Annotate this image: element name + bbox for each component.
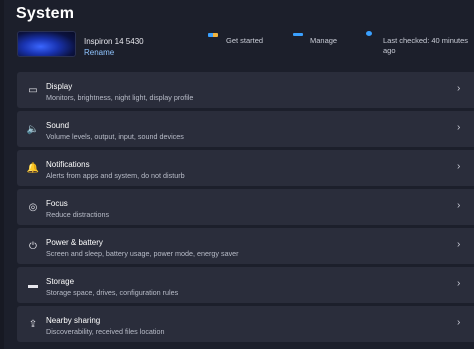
settings-row-sound[interactable]: 🔈 Sound Volume levels, output, input, soun… [17,111,474,147]
sound-icon: 🔈 [26,123,40,135]
left-nav-edge [0,0,4,349]
chevron-right-icon: › [457,122,461,133]
settings-row-subtitle: Alerts from apps and system, do not dist… [46,171,185,180]
settings-row-subtitle: Volume levels, output, input, sound devi… [46,132,184,141]
device-name: Inspiron 14 5430 [84,37,144,46]
chevron-right-icon: › [457,83,461,94]
cloud-icon [293,33,303,36]
chevron-right-icon: › [457,278,461,289]
get-started-link[interactable]: Get started [226,36,263,46]
bell-icon: 🔔 [26,162,40,174]
settings-row-subtitle: Screen and sleep, battery usage, power m… [46,249,239,258]
settings-row-title: Power & battery [46,238,103,247]
settings-row-display[interactable]: ▭ Display Monitors, brightness, night ligh… [17,72,474,108]
settings-row-title: Sound [46,121,70,130]
settings-row-title: Storage [46,277,75,286]
settings-row-subtitle: Monitors, brightness, night light, displ… [46,93,194,102]
settings-row-nearby-sharing[interactable]: ⇪ Nearby sharing Discoverability, received… [17,306,474,342]
windows-color-icon [208,33,218,37]
chevron-right-icon: › [457,317,461,328]
settings-row-title: Notifications [46,160,90,169]
device-wallpaper-thumbnail [17,31,76,57]
share-icon: ⇪ [28,318,38,330]
update-icon [366,31,372,36]
settings-row-storage[interactable]: ▬ Storage Storage space, drives, configura… [17,267,474,303]
display-icon: ▭ [28,84,38,96]
settings-row-focus[interactable]: ◎ Focus Reduce distractions › [17,189,474,225]
settings-row-power-battery[interactable]: ⏻ Power & battery Screen and sleep, batter… [17,228,474,264]
rename-link[interactable]: Rename [84,48,114,57]
settings-row-subtitle: Storage space, drives, configuration rul… [46,288,179,297]
settings-row-title: Focus [46,199,68,208]
settings-row-subtitle: Discoverability, received files location [46,327,165,336]
settings-row-title: Display [46,82,73,91]
windows-update-status[interactable]: Last checked: 40 minutes ago [383,36,473,56]
settings-row-title: Nearby sharing [46,316,101,325]
power-icon: ⏻ [29,240,37,252]
settings-row-notifications[interactable]: 🔔 Notifications Alerts from apps and syste… [17,150,474,186]
focus-icon: ◎ [28,201,38,213]
chevron-right-icon: › [457,239,461,250]
page-title: System [16,5,75,22]
chevron-right-icon: › [457,200,461,211]
settings-row-subtitle: Reduce distractions [46,210,110,219]
chevron-right-icon: › [457,161,461,172]
storage-icon: ▬ [28,279,38,291]
manage-link[interactable]: Manage [310,36,337,46]
